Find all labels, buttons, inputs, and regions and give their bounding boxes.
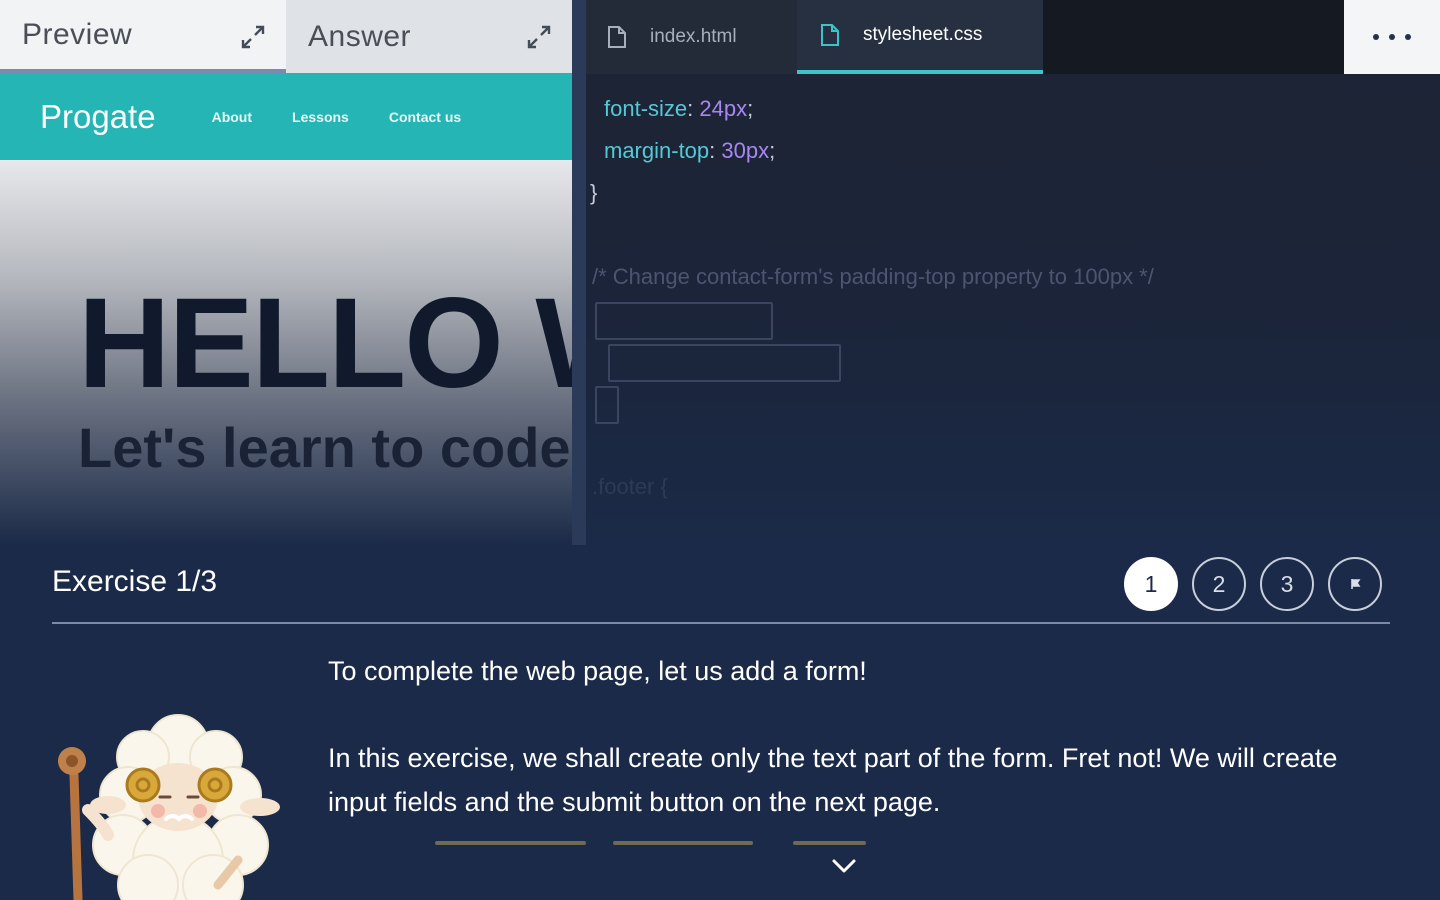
expand-icon[interactable] — [238, 22, 268, 52]
tab-preview-label: Preview — [22, 17, 133, 51]
hero-subtitle: Let's learn to code — [78, 416, 571, 479]
code-line: font-size: 24px; — [604, 96, 754, 121]
editor-tab-bar: index.html stylesheet.css — [586, 0, 1440, 74]
more-dots-icon — [1373, 34, 1379, 40]
step-button-1[interactable]: 1 — [1124, 557, 1178, 611]
sheep-mascot-icon — [58, 714, 280, 900]
code-blank[interactable] — [595, 386, 619, 424]
file-icon — [608, 26, 626, 48]
progress-segment — [793, 841, 866, 845]
tab-answer[interactable]: Answer — [286, 0, 572, 73]
file-tab-label: stylesheet.css — [863, 24, 983, 45]
file-tab-label: index.html — [650, 26, 737, 47]
preview-pane: Preview Answer Progate About Lessons Con… — [0, 0, 572, 545]
code-comment: /* Change contact-form's padding-top pro… — [592, 264, 1154, 289]
code-line: margin-top: 30px; — [604, 138, 776, 163]
step-button-3[interactable]: 3 — [1260, 557, 1314, 611]
more-options-button[interactable] — [1344, 0, 1440, 74]
site-nav-link-contact: Contact us — [388, 108, 462, 125]
progress-segment — [613, 841, 753, 845]
pane-divider[interactable] — [572, 0, 586, 545]
exercise-divider — [52, 622, 1390, 624]
site-logo: Progate — [40, 97, 156, 135]
expand-icon[interactable] — [524, 22, 554, 52]
tab-preview[interactable]: Preview — [0, 0, 286, 73]
exercise-step-list: 1 2 3 — [1110, 557, 1382, 611]
site-nav-link-lessons: Lessons — [292, 108, 349, 125]
file-tab-stylesheet-css[interactable]: stylesheet.css — [797, 0, 1043, 74]
exercise-title: Exercise 1/3 — [52, 565, 218, 598]
site-nav-link-about: About — [211, 108, 253, 125]
step-button-2[interactable]: 2 — [1192, 557, 1246, 611]
step-button-finish[interactable] — [1328, 557, 1382, 611]
code-blank[interactable] — [608, 344, 841, 382]
code-line: .footer { — [592, 474, 668, 499]
instruction-text: To complete the web page, let us add a f… — [328, 656, 867, 686]
site-header: Progate About Lessons Contact us — [0, 73, 572, 160]
site-hero: HELLO W Let's learn to code — [0, 160, 572, 545]
code-blank[interactable] — [595, 302, 773, 340]
flag-icon — [1351, 579, 1361, 589]
code-line: } — [590, 180, 598, 205]
progress-segment — [435, 841, 586, 845]
chevron-down-icon[interactable] — [830, 857, 858, 875]
file-icon — [821, 24, 839, 46]
instruction-text: In this exercise, we shall create only t… — [328, 743, 1338, 817]
exercise-panel: Exercise 1/3 1 2 3 To complete the web p… — [0, 545, 1440, 900]
instructions: To complete the web page, let us add a f… — [328, 649, 1388, 824]
file-tab-index-html[interactable]: index.html — [586, 0, 797, 74]
code-editor: index.html stylesheet.css font-size: 24p… — [586, 0, 1440, 545]
code-area[interactable]: font-size: 24px; margin-top: 30px; } /* … — [586, 74, 1440, 545]
hero-title: HELLO W — [78, 272, 572, 415]
tab-answer-label: Answer — [308, 19, 412, 53]
